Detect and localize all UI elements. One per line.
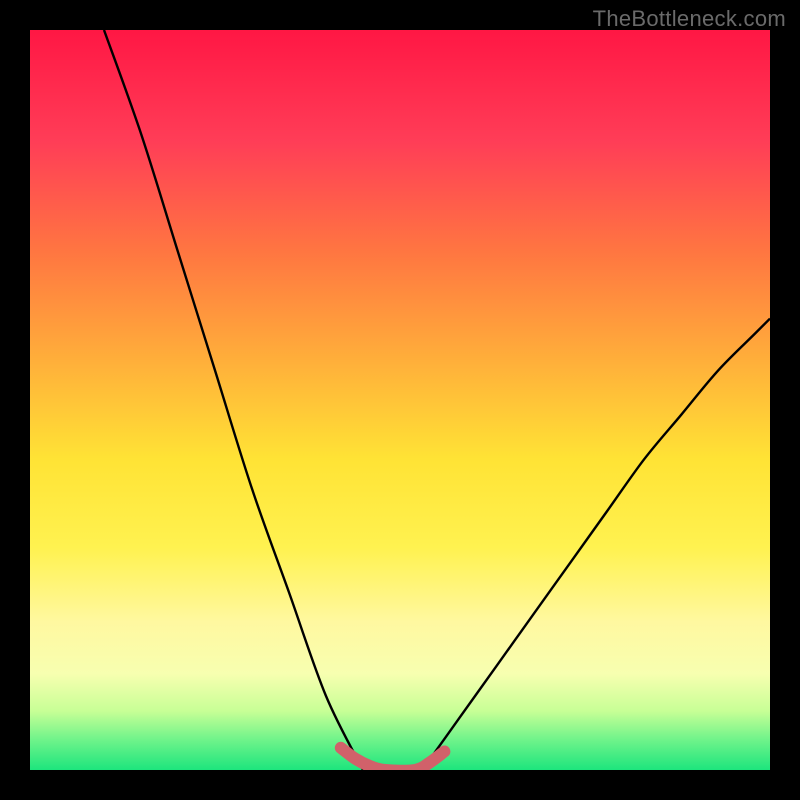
watermark-text: TheBottleneck.com (593, 6, 786, 32)
chart-svg (30, 30, 770, 770)
chart-frame: TheBottleneck.com (0, 0, 800, 800)
plot-area (30, 30, 770, 770)
gradient-background (30, 30, 770, 770)
